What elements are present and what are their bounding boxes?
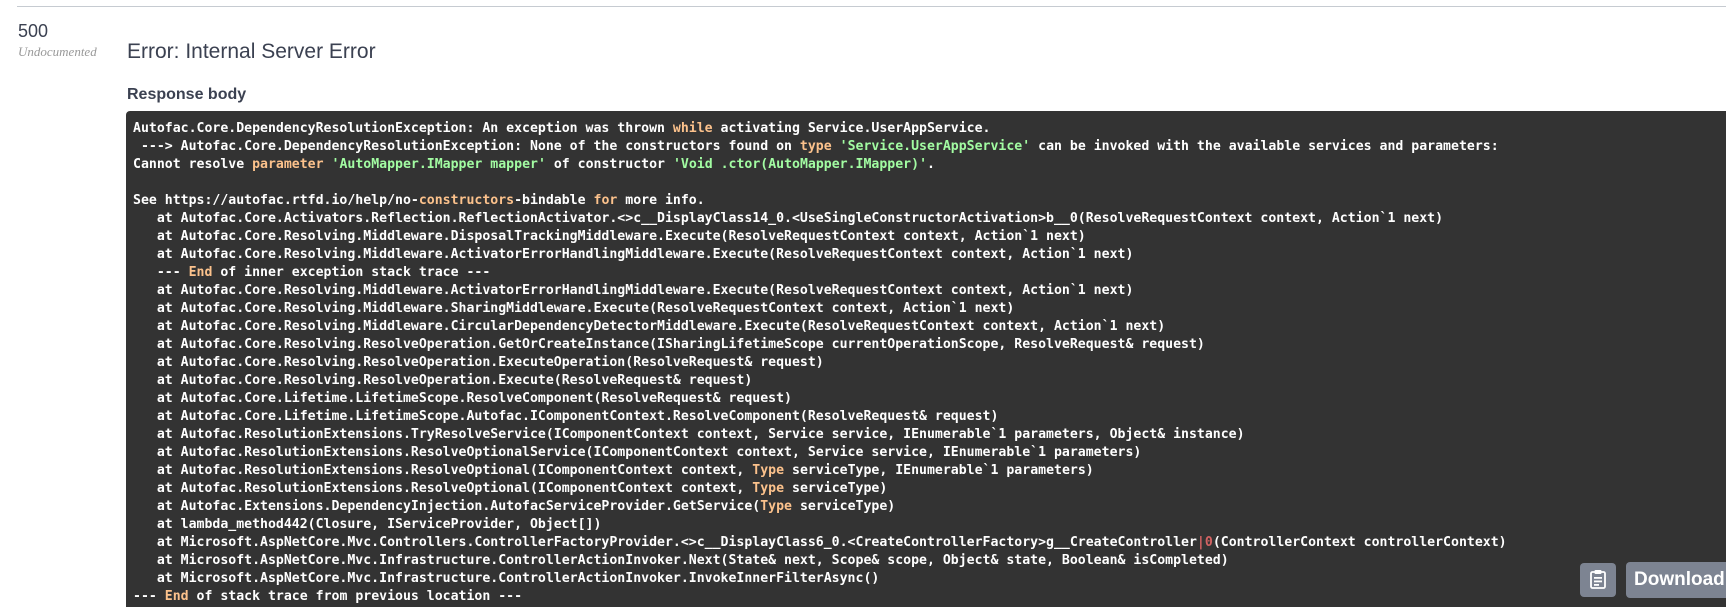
undocumented-label: Undocumented — [18, 44, 97, 59]
code-line: at Autofac.Extensions.DependencyInjectio… — [133, 499, 895, 514]
code-line: at Microsoft.AspNetCore.Mvc.Infrastructu… — [133, 553, 1229, 568]
code-line: at Autofac.ResolutionExtensions.ResolveO… — [133, 445, 1142, 460]
code-token: at Autofac.ResolutionExtensions.ResolveO… — [133, 445, 1142, 460]
code-token: at Autofac.Core.Resolving.Middleware.Sha… — [133, 301, 1015, 316]
code-token: serviceType) — [784, 481, 888, 496]
code-token-sep: | — [1196, 535, 1205, 550]
code-token-kw: parameter — [252, 157, 324, 172]
code-line: at Autofac.ResolutionExtensions.ResolveO… — [133, 463, 1094, 478]
code-token: ---> Autofac.Core.DependencyResolutionEx… — [133, 139, 800, 154]
clipboard-icon — [1589, 569, 1607, 592]
code-token: at Autofac.Core.Lifetime.LifetimeScope.A… — [133, 409, 999, 424]
code-line: Cannot resolve parameter 'AutoMapper.IMa… — [133, 157, 935, 172]
code-token: (ControllerContext controllerContext) — [1212, 535, 1507, 550]
code-line: at Microsoft.AspNetCore.Mvc.Controllers.… — [133, 535, 1507, 550]
code-token: See https://autofac.rtfd.io/help/no- — [133, 193, 419, 208]
code-token-kw: Type — [760, 499, 792, 514]
code-token: at Microsoft.AspNetCore.Mvc.Infrastructu… — [133, 571, 880, 586]
code-token-kw: End — [164, 589, 189, 604]
code-token: of stack trace from previous location --… — [188, 589, 523, 604]
status-code: 500 — [18, 21, 49, 41]
code-line: at Autofac.Core.Resolving.Middleware.Act… — [133, 247, 1134, 262]
code-line: See https://autofac.rtfd.io/help/no-cons… — [133, 193, 705, 208]
code-line: at Microsoft.AspNetCore.Mvc.Infrastructu… — [133, 571, 880, 586]
code-line: Autofac.Core.DependencyResolutionExcepti… — [133, 121, 990, 136]
code-token: more info. — [617, 193, 705, 208]
code-token: at Autofac.Core.Resolving.Middleware.Dis… — [133, 229, 1086, 244]
code-line: at Autofac.ResolutionExtensions.ResolveO… — [133, 481, 887, 496]
code-line: at Autofac.Core.Resolving.Middleware.Act… — [133, 283, 1134, 298]
download-button[interactable]: Download — [1626, 562, 1726, 598]
code-token-kw: type — [799, 139, 832, 154]
code-token-str: 'Service.UserAppService' — [839, 139, 1031, 154]
code-line: at lambda_method442(Closure, IServicePro… — [133, 517, 602, 532]
code-token: at Autofac.Core.Resolving.Middleware.Act… — [133, 247, 1134, 262]
code-line: at Autofac.Core.Resolving.Middleware.Cir… — [133, 319, 1165, 334]
code-token: at Autofac.Core.Resolving.Middleware.Cir… — [133, 319, 1166, 334]
code-token: at Autofac.ResolutionExtensions.TryResol… — [133, 427, 1245, 442]
response-body-text: Autofac.Core.DependencyResolutionExcepti… — [126, 111, 1726, 607]
code-token: . — [927, 157, 935, 172]
code-token-num: 0 — [1204, 535, 1213, 550]
code-token-kw: Type — [752, 463, 785, 478]
code-token: -bindable — [514, 193, 594, 208]
code-token: at Autofac.Extensions.DependencyInjectio… — [133, 499, 761, 514]
response-body-code[interactable]: Autofac.Core.DependencyResolutionExcepti… — [126, 111, 1726, 607]
code-line: at Autofac.Core.Lifetime.LifetimeScope.A… — [133, 409, 999, 424]
code-token: Autofac.Core.DependencyResolutionExcepti… — [133, 121, 673, 136]
code-line: at Autofac.Core.Resolving.Middleware.Sha… — [133, 301, 1014, 316]
code-token-str: 'AutoMapper.IMapper mapper' — [331, 157, 546, 172]
code-token: at Autofac.Core.Resolving.ResolveOperati… — [133, 373, 753, 388]
code-token-kw: constructors — [418, 193, 515, 208]
code-token: at Microsoft.AspNetCore.Mvc.Infrastructu… — [133, 553, 1229, 568]
code-line: at Autofac.Core.Resolving.Middleware.Dis… — [133, 229, 1086, 244]
code-token-kw: End — [188, 265, 213, 280]
error-title: Error: Internal Server Error — [127, 40, 376, 63]
code-token: of constructor — [545, 157, 673, 172]
code-token: at Autofac.Core.Activators.Reflection.Re… — [133, 211, 1444, 226]
code-token: at lambda_method442(Closure, IServicePro… — [133, 517, 602, 532]
code-token: at Autofac.Core.Resolving.ResolveOperati… — [133, 337, 1205, 352]
code-token: at Autofac.Core.Resolving.Middleware.Act… — [133, 283, 1134, 298]
code-line: at Autofac.Core.Resolving.ResolveOperati… — [133, 373, 752, 388]
code-line: at Autofac.ResolutionExtensions.TryResol… — [133, 427, 1245, 442]
code-token: at Autofac.ResolutionExtensions.ResolveO… — [133, 463, 753, 478]
copy-button[interactable] — [1580, 563, 1616, 597]
code-token: serviceType, IEnumerable`1 parameters) — [784, 463, 1094, 478]
code-token: activating Service.UserAppService. — [712, 121, 991, 136]
code-line: --- End of stack trace from previous loc… — [133, 589, 522, 604]
code-line: at Autofac.Core.Activators.Reflection.Re… — [133, 211, 1443, 226]
code-token-str: 'Void .ctor(AutoMapper.IMapper)' — [672, 157, 928, 172]
code-token: Cannot resolve — [133, 157, 253, 172]
code-token-kw: Type — [752, 481, 785, 496]
code-line: at Autofac.Core.Resolving.ResolveOperati… — [133, 337, 1205, 352]
code-token: --- — [133, 589, 165, 604]
code-line: --- End of inner exception stack trace -… — [133, 265, 490, 280]
code-token: can be invoked with the available servic… — [1030, 139, 1499, 154]
code-token: at Autofac.Core.Lifetime.LifetimeScope.R… — [133, 391, 792, 406]
code-line: ---> Autofac.Core.DependencyResolutionEx… — [133, 139, 1499, 154]
code-token-kw: while — [672, 121, 713, 136]
code-token-kw: for — [593, 193, 618, 208]
code-token: at Autofac.ResolutionExtensions.ResolveO… — [133, 481, 753, 496]
code-line: at Autofac.Core.Lifetime.LifetimeScope.R… — [133, 391, 792, 406]
code-token: serviceType) — [792, 499, 896, 514]
divider — [17, 6, 1726, 7]
code-line: at Autofac.Core.Resolving.ResolveOperati… — [133, 355, 824, 370]
code-token: --- — [133, 265, 189, 280]
code-token: at Microsoft.AspNetCore.Mvc.Controllers.… — [133, 535, 1197, 550]
code-token: of inner exception stack trace --- — [212, 265, 491, 280]
response-body-label: Response body — [127, 86, 247, 103]
code-token: at Autofac.Core.Resolving.ResolveOperati… — [133, 355, 824, 370]
